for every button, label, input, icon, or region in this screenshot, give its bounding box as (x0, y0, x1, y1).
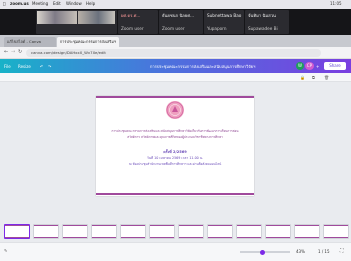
thumb-border (295, 237, 319, 238)
thumb-border (179, 237, 203, 238)
participant-role: Supawadee Bi (248, 26, 278, 31)
emblem-logo (166, 101, 184, 119)
redo-icon[interactable]: ↷ (48, 64, 51, 69)
page-thumbnail[interactable] (323, 224, 349, 239)
status-bar: ✎ 43% 1 / 15 ⛶ (0, 242, 351, 261)
avatar[interactable]: CP (305, 62, 314, 70)
slide-title-line-2[interactable]: สวัสดิการ สวัสดิภาพและคุณภาพชีวิตของผู้ป… (96, 135, 254, 140)
thumb-border (121, 237, 145, 238)
thumb-border (92, 237, 116, 238)
slide-venue[interactable]: ณ ห้องประชุมสำนักงานเขตพื้นที่การศึกษาฯ … (96, 162, 254, 167)
thumb-border (121, 225, 145, 226)
browser-tab-canva[interactable]: แก้ไขสไลด์ - Canva (4, 37, 56, 47)
participant-role: Zoom user (121, 26, 144, 31)
zoom-level[interactable]: 43% (296, 249, 305, 254)
participant-name: Subnettawa Bao (207, 13, 242, 18)
thumb-border (63, 237, 87, 238)
notes-icon[interactable]: ✎ (4, 248, 7, 253)
slide-bottom-border (96, 193, 254, 195)
page-counter[interactable]: 1 / 15 (318, 249, 330, 254)
thumb-border (5, 237, 29, 238)
participant-tile-video[interactable] (36, 10, 117, 34)
thumb-border (208, 237, 232, 238)
menu-app-name[interactable]: zoom.us (10, 1, 29, 7)
url-field[interactable]: canva.com/design/DAHxxX_Wv7Xe/edit (26, 49, 321, 57)
undo-icon[interactable]: ↶ (40, 64, 43, 69)
add-collaborator-icon[interactable]: + (316, 64, 319, 69)
page-thumbnail[interactable] (236, 224, 262, 239)
page-thumbnail[interactable] (62, 224, 88, 239)
thumb-border (92, 225, 116, 226)
lock-icon[interactable]: 🔒 (300, 75, 305, 80)
zoom-slider[interactable] (240, 249, 290, 255)
zoom-participant-strip: ผศ.ดร.ศ... Zoom user ธันยชนก นิลยศ... Zo… (0, 9, 351, 35)
slide-canvas[interactable]: การประชุมคณะกรรมการส่งเสริมและสนับสนุนกา… (96, 96, 254, 196)
participant-name: ผศ.ดร.ศ... (121, 13, 141, 18)
thumb-border (295, 225, 319, 226)
participant-name: จันทิมา ฉิมสวน (248, 13, 276, 18)
thumb-border (5, 225, 29, 226)
page-thumbnail[interactable] (265, 224, 291, 239)
thumb-border (237, 237, 261, 238)
thumb-border (179, 225, 203, 226)
slide-date[interactable]: วันที่ 10 เมษายน 2569 เวลา 11.00 น. (96, 156, 254, 161)
page-thumbnail[interactable] (120, 224, 146, 239)
slide-title-line-1[interactable]: การประชุมคณะกรรมการส่งเสริมและสนับสนุนกา… (96, 129, 254, 134)
page-thumbnail[interactable] (178, 224, 204, 239)
page-thumbnail[interactable] (294, 224, 320, 239)
zoom-slider-handle[interactable] (260, 249, 265, 255)
slide-session[interactable]: ครั้งที่ 2/2569 (96, 149, 254, 155)
editor-toolbar: 🔒 ⧉ 🗑 (0, 73, 351, 82)
participant-video (37, 11, 77, 24)
thumb-border (150, 225, 174, 226)
thumb-border (266, 225, 290, 226)
design-title[interactable]: การประชุมคณะกรรมการส่งเสริมและสนับสนุนกา… (150, 64, 280, 69)
mac-menu-bar:  zoom.us Meeting Edit Window Help 11:05 (0, 0, 351, 9)
page-thumbnail[interactable] (207, 224, 233, 239)
menu-item-help[interactable]: Help (86, 1, 95, 7)
participant-video (78, 11, 115, 24)
page-thumbnail[interactable] (91, 224, 117, 239)
participant-tile[interactable]: ผศ.ดร.ศ... Zoom user (118, 10, 158, 34)
thumb-border (150, 237, 174, 238)
page-thumbnail[interactable] (33, 224, 59, 239)
clock: 11:05 (330, 1, 342, 6)
thumb-border (324, 225, 348, 226)
file-menu[interactable]: File (4, 64, 11, 69)
slide-top-border (96, 96, 254, 98)
page-thumbnail[interactable] (4, 224, 30, 239)
thumb-border (237, 225, 261, 226)
delete-icon[interactable]: 🗑 (324, 75, 329, 80)
participant-tile[interactable]: Subnettawa Bao Yupaporn (204, 10, 244, 34)
participant-name: ธันยชนก นิลยศ... (162, 13, 194, 18)
forward-icon[interactable]: → (11, 49, 15, 55)
thumb-border (34, 225, 58, 226)
participant-role: Yupaporn (207, 26, 227, 31)
back-icon[interactable]: ← (4, 49, 8, 55)
thumb-border (34, 237, 58, 238)
browser-tab-active[interactable]: การประชุมคณะกรรมการส่งเสริมฯ (57, 37, 119, 47)
share-button[interactable]: Share (324, 62, 346, 70)
avatar[interactable]: W (296, 62, 304, 70)
resize-button[interactable]: Resize (18, 64, 31, 69)
menu-item-window[interactable]: Window (66, 1, 82, 7)
thumb-border (266, 237, 290, 238)
participant-tile[interactable]: ธันยชนก นิลยศ... Zoom user (159, 10, 203, 34)
thumb-border (63, 225, 87, 226)
fullscreen-icon[interactable]: ⛶ (340, 248, 344, 254)
menu-item-edit[interactable]: Edit (53, 1, 61, 7)
thumb-border (208, 225, 232, 226)
canva-header: File Resize ↶ ↷ การประชุมคณะกรรมการส่งเส… (0, 59, 351, 73)
participant-tile[interactable]: จันทิมา ฉิมสวน Supawadee Bi (245, 10, 289, 34)
page-thumbnail[interactable] (149, 224, 175, 239)
duplicate-icon[interactable]: ⧉ (312, 75, 315, 80)
apple-icon[interactable]:  (3, 1, 5, 7)
thumb-border (324, 237, 348, 238)
reload-icon[interactable]: ↻ (18, 49, 22, 55)
menu-item-meeting[interactable]: Meeting (32, 1, 48, 7)
participant-role: Zoom user (162, 26, 185, 31)
